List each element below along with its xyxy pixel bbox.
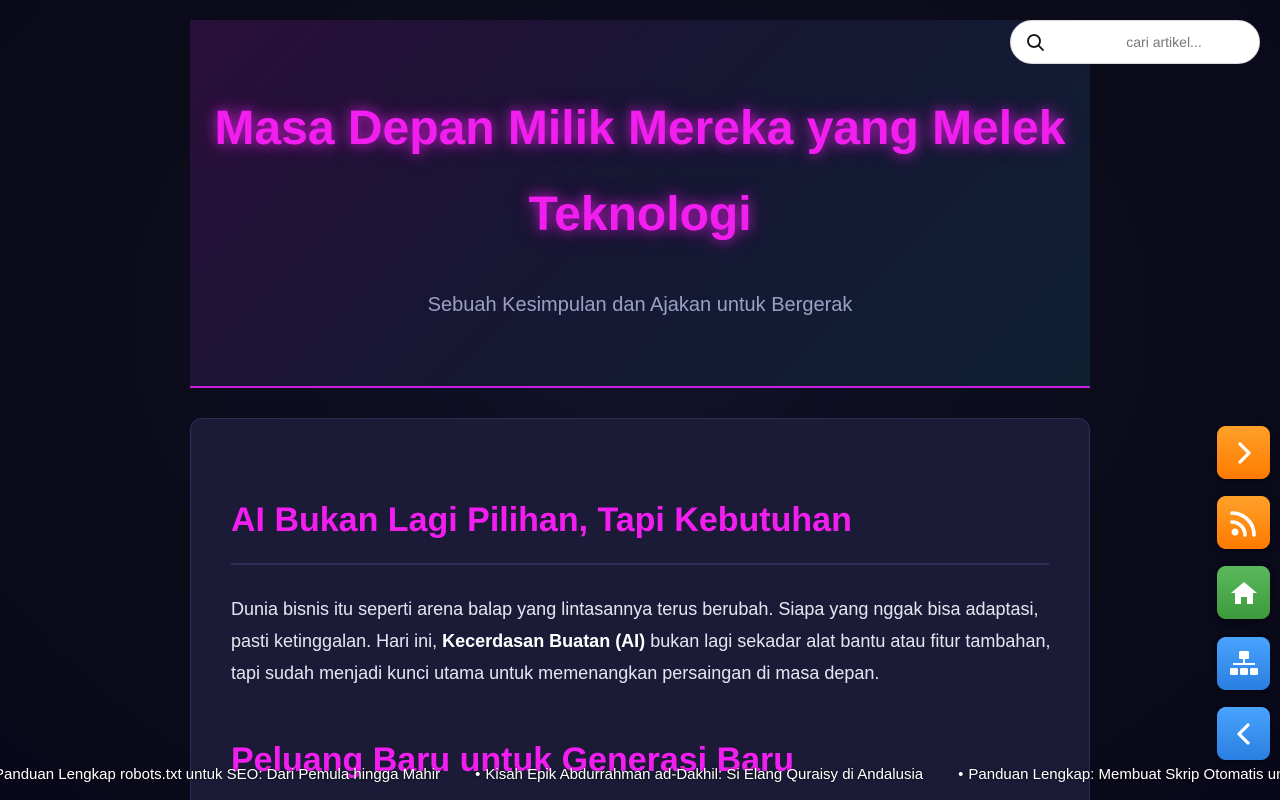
- search-box[interactable]: [1010, 20, 1260, 64]
- ticker-item[interactable]: • Panduan Lengkap: Membuat Skrip Otomatis…: [958, 766, 1280, 783]
- chevron-left-icon: [1236, 722, 1250, 745]
- search-icon[interactable]: [1025, 32, 1047, 54]
- page: Masa Depan Milik Mereka yang Melek Tekno…: [0, 0, 1280, 800]
- search-input[interactable]: [1055, 27, 1245, 57]
- sitemap-button[interactable]: [1217, 637, 1270, 690]
- ticker-item-label: Panduan Lengkap: Membuat Skrip Otomatis …: [968, 766, 1280, 783]
- previous-article-button[interactable]: [1217, 707, 1270, 760]
- article-card: AI Bukan Lagi Pilihan, Tapi Kebutuhan Du…: [190, 418, 1090, 800]
- news-ticker: Panduan Lengkap robots.txt untuk SEO: Da…: [0, 760, 1280, 790]
- paragraph-bold-text: Kecerdasan Buatan (AI): [442, 631, 646, 651]
- home-button[interactable]: [1217, 566, 1270, 619]
- ticker-item-label: Kisah Epik Abdurrahman ad-Dakhil: Si Ela…: [485, 766, 924, 783]
- article-paragraph: Dunia bisnis itu seperti arena balap yan…: [231, 593, 1051, 689]
- ticker-item[interactable]: • Kisah Epik Abdurrahman ad-Dakhil: Si El…: [475, 766, 923, 783]
- ticker-item[interactable]: Panduan Lengkap robots.txt untuk SEO: Da…: [0, 766, 440, 783]
- ticker-track: Panduan Lengkap robots.txt untuk SEO: Da…: [0, 766, 1280, 783]
- ticker-bullet: •: [958, 766, 964, 783]
- ticker-item-label: Panduan Lengkap robots.txt untuk SEO: Da…: [0, 766, 441, 783]
- ticker-bullet: •: [475, 766, 481, 783]
- section-heading-ai: AI Bukan Lagi Pilihan, Tapi Kebutuhan: [231, 501, 852, 539]
- sitemap-icon: [1229, 650, 1258, 675]
- chevron-right-icon: [1237, 441, 1251, 464]
- hero-banner: Masa Depan Milik Mereka yang Melek Tekno…: [190, 20, 1090, 388]
- heading-divider: [231, 563, 1049, 565]
- rss-feed-button[interactable]: [1217, 496, 1270, 549]
- rss-icon: [1229, 510, 1256, 537]
- page-subtitle: Sebuah Kesimpulan dan Ajakan untuk Berge…: [427, 294, 853, 316]
- next-article-button[interactable]: [1217, 426, 1270, 479]
- page-title: Masa Depan Milik Mereka yang Melek Tekno…: [214, 102, 1066, 241]
- home-icon: [1230, 581, 1257, 604]
